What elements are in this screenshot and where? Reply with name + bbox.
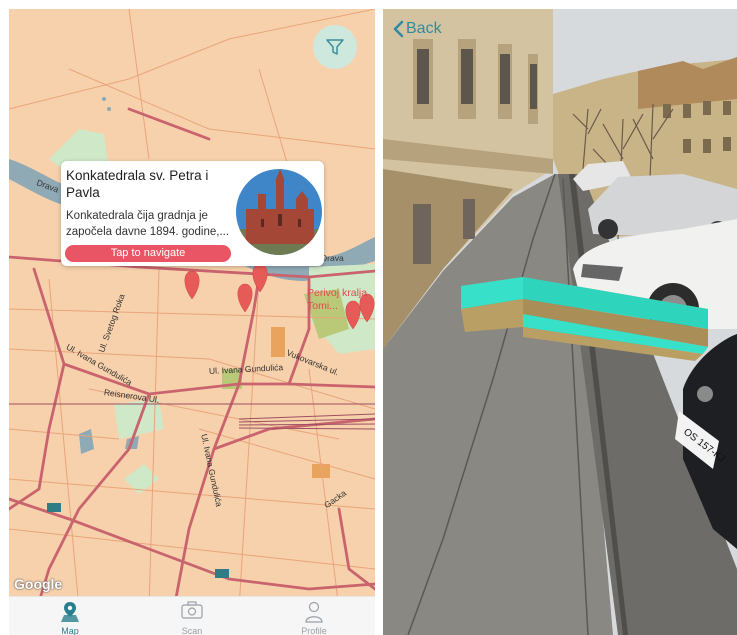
map-screen: Drava Drava Ul. Svetog Roka Ul. Ivana Gu… bbox=[9, 9, 375, 635]
google-logo: Google bbox=[14, 576, 63, 592]
popup-description: Konkatedrala čija gradnja je započela da… bbox=[66, 210, 230, 238]
tab-map[interactable]: Map bbox=[9, 597, 131, 635]
park-label: Perivoj kralja Tomi... bbox=[307, 287, 368, 312]
camera-view: OS 157-KJ bbox=[383, 9, 737, 635]
tab-scan[interactable]: Scan bbox=[131, 597, 253, 635]
tab-profile-label: Profile bbox=[301, 626, 327, 635]
back-button[interactable]: Back bbox=[392, 18, 442, 40]
popup-title: Konkatedrala sv. Petra i Pavla bbox=[66, 168, 209, 200]
chevron-left-icon bbox=[393, 20, 404, 38]
navigate-button[interactable]: Tap to navigate bbox=[65, 245, 231, 262]
tab-scan-label: Scan bbox=[181, 626, 203, 635]
filter-button[interactable] bbox=[313, 25, 357, 69]
place-popup[interactable]: Konkatedrala sv. Petra i Pavla Konkatedr… bbox=[61, 161, 324, 266]
cathedral-photo bbox=[236, 169, 322, 255]
tab-bar: Map Scan Profile bbox=[9, 596, 375, 635]
filter-icon bbox=[326, 39, 344, 55]
tab-map-label: Map bbox=[61, 626, 79, 635]
tab-profile[interactable]: Profile bbox=[253, 597, 375, 635]
city-map[interactable] bbox=[9, 9, 375, 635]
street-label: Drava bbox=[321, 253, 344, 263]
person-icon bbox=[305, 601, 323, 623]
ar-camera-screen: OS 157-KJ Back bbox=[383, 9, 737, 635]
back-label: Back bbox=[406, 20, 442, 37]
camera-icon bbox=[181, 601, 203, 619]
map-icon bbox=[61, 602, 79, 622]
